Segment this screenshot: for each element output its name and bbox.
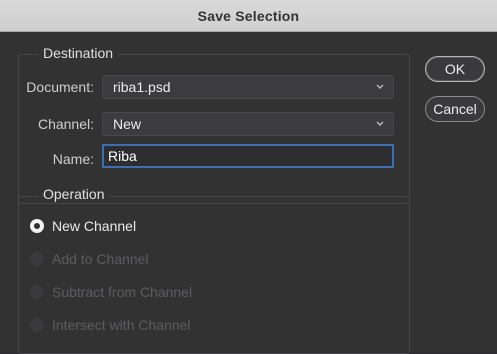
- document-label: Document:: [26, 79, 94, 95]
- radio-unselected-icon: [30, 318, 44, 332]
- ok-button[interactable]: OK: [425, 56, 485, 82]
- operation-group-label: Operation: [39, 186, 109, 202]
- channel-select-value: New: [113, 116, 142, 132]
- name-input[interactable]: [104, 146, 392, 166]
- radio-label: Subtract from Channel: [52, 284, 193, 300]
- document-select[interactable]: riba1.psd: [102, 75, 394, 99]
- radio-label: Intersect with Channel: [52, 317, 191, 333]
- radio-subtract-from-channel: Subtract from Channel: [30, 282, 192, 302]
- channel-label: Channel:: [37, 116, 94, 132]
- radio-intersect-with-channel: Intersect with Channel: [30, 315, 191, 335]
- document-select-value: riba1.psd: [113, 79, 171, 95]
- name-field[interactable]: [102, 144, 394, 168]
- chevron-down-icon: [376, 84, 384, 89]
- window-title: Save Selection: [197, 7, 300, 24]
- radio-new-channel[interactable]: New Channel: [30, 216, 136, 236]
- radio-unselected-icon: [30, 252, 44, 266]
- radio-unselected-icon: [30, 285, 44, 299]
- channel-select[interactable]: New: [102, 112, 394, 136]
- window-titlebar: Save Selection: [0, 0, 497, 32]
- cancel-button[interactable]: Cancel: [425, 96, 485, 122]
- radio-selected-icon[interactable]: [30, 219, 44, 233]
- destination-group-label: Destination: [39, 45, 118, 61]
- name-label: Name:: [52, 151, 94, 167]
- save-selection-dialog: Destination Document: riba1.psd Channel:…: [0, 32, 497, 354]
- chevron-down-icon: [376, 121, 384, 126]
- radio-label: New Channel: [52, 218, 137, 234]
- radio-add-to-channel: Add to Channel: [30, 249, 149, 269]
- radio-label: Add to Channel: [52, 251, 149, 267]
